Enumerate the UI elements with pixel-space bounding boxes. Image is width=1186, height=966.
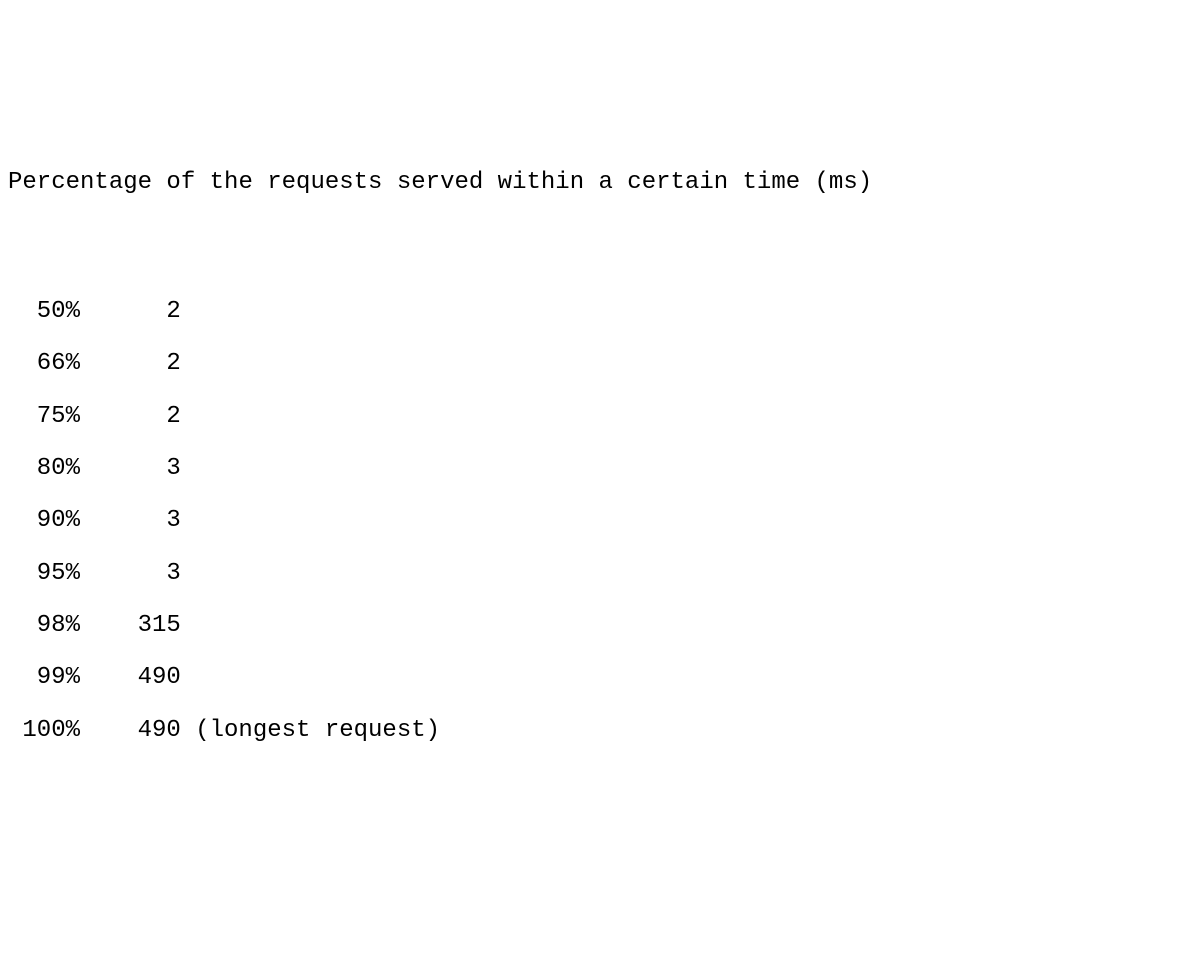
percentile-row: 95%3 bbox=[8, 555, 1178, 593]
percentile-value: 315 bbox=[80, 607, 181, 645]
percentile-label: 100% bbox=[8, 712, 80, 750]
percentile-row: 50%2 bbox=[8, 293, 1178, 331]
percentile-label: 90% bbox=[8, 502, 80, 540]
percentile-value: 490 bbox=[80, 712, 181, 750]
percentile-value: 2 bbox=[80, 293, 181, 331]
percentile-label: 50% bbox=[8, 293, 80, 331]
percentile-label: 98% bbox=[8, 607, 80, 645]
percentile-value: 3 bbox=[80, 502, 181, 540]
percentile-value: 2 bbox=[80, 398, 181, 436]
percentile-value: 3 bbox=[80, 555, 181, 593]
percentile-value: 490 bbox=[80, 659, 181, 697]
percentile-row: 98%315 bbox=[8, 607, 1178, 645]
percentile-note: (longest request) bbox=[195, 712, 440, 750]
percentile-label: 99% bbox=[8, 659, 80, 697]
percentile-row: 99%490 bbox=[8, 659, 1178, 697]
percentile-label: 80% bbox=[8, 450, 80, 488]
percentile-row: 100%490 (longest request) bbox=[8, 712, 1178, 750]
percentile-row: 75%2 bbox=[8, 398, 1178, 436]
percentile-value: 3 bbox=[80, 450, 181, 488]
percentile-row: 90%3 bbox=[8, 502, 1178, 540]
percentile-header: Percentage of the requests served within… bbox=[8, 164, 1178, 202]
percentile-value: 2 bbox=[80, 345, 181, 383]
percentile-rows: 50%266%275%280%390%395%398%31599%490100%… bbox=[8, 293, 1178, 751]
percentile-label: 75% bbox=[8, 398, 80, 436]
percentile-label: 95% bbox=[8, 555, 80, 593]
percentile-label: 66% bbox=[8, 345, 80, 383]
percentile-row: 80%3 bbox=[8, 450, 1178, 488]
percentile-row: 66%2 bbox=[8, 345, 1178, 383]
